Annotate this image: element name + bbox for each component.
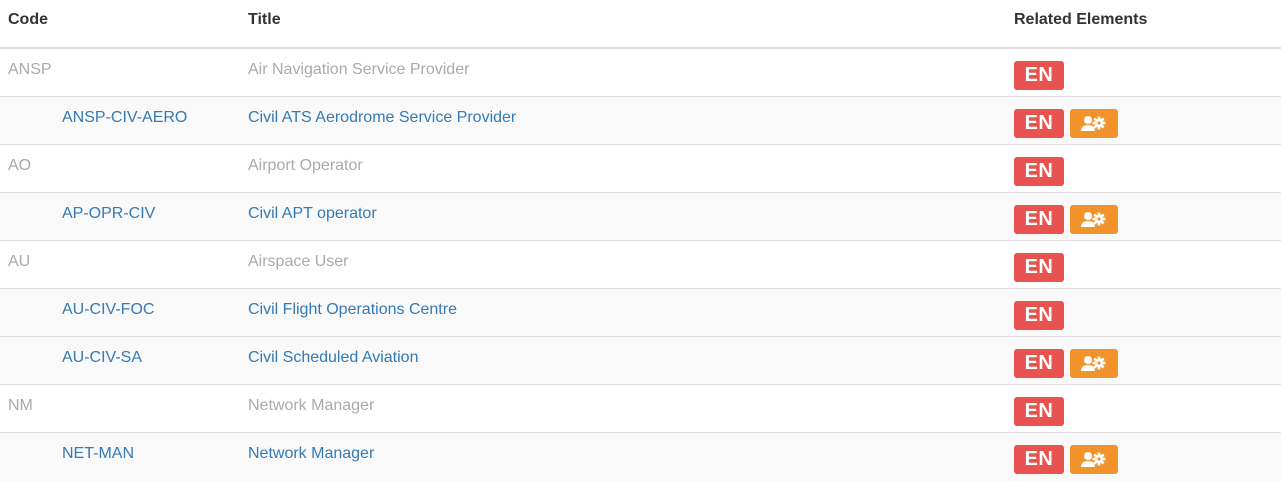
table-row: AU Airspace User EN <box>0 241 1281 289</box>
row-title-link[interactable]: Civil ATS Aerodrome Service Provider <box>248 109 516 127</box>
table-row: AP-OPR-CIV Civil APT operator EN <box>0 193 1281 241</box>
en-badge[interactable]: EN <box>1014 349 1064 378</box>
en-badge[interactable]: EN <box>1014 205 1064 234</box>
user-gear-badge[interactable] <box>1070 445 1118 474</box>
user-gear-icon <box>1081 355 1106 371</box>
row-code: NM <box>8 397 33 414</box>
header-related-elements: Related Elements <box>1014 11 1148 28</box>
related-elements: EN <box>1014 61 1064 90</box>
row-title: Network Manager <box>248 397 375 414</box>
related-elements: EN <box>1014 301 1064 330</box>
user-gear-badge[interactable] <box>1070 109 1118 138</box>
table-header: Code Title Related Elements <box>0 0 1281 49</box>
table-row: NET-MAN Network Manager EN <box>0 433 1281 481</box>
en-badge[interactable]: EN <box>1014 157 1064 186</box>
row-title: Air Navigation Service Provider <box>248 61 470 78</box>
user-gear-icon <box>1081 451 1106 467</box>
row-code: ANSP <box>8 61 52 78</box>
table-row: NM Network Manager EN <box>0 385 1281 433</box>
related-elements: EN <box>1014 157 1064 186</box>
user-gear-icon <box>1081 211 1106 227</box>
table-row: ANSP Air Navigation Service Provider EN <box>0 49 1281 97</box>
table-row: AU-CIV-FOC Civil Flight Operations Centr… <box>0 289 1281 337</box>
row-code-link[interactable]: NET-MAN <box>62 445 134 463</box>
en-badge[interactable]: EN <box>1014 445 1064 474</box>
en-badge[interactable]: EN <box>1014 253 1064 282</box>
en-badge[interactable]: EN <box>1014 61 1064 90</box>
table-row: ANSP-CIV-AERO Civil ATS Aerodrome Servic… <box>0 97 1281 145</box>
related-elements: EN <box>1014 349 1118 378</box>
header-code: Code <box>8 11 48 28</box>
en-badge[interactable]: EN <box>1014 397 1064 426</box>
table-row: AO Airport Operator EN <box>0 145 1281 193</box>
table-row: AU-CIV-SA Civil Scheduled Aviation EN <box>0 337 1281 385</box>
en-badge[interactable]: EN <box>1014 109 1064 138</box>
row-title-link[interactable]: Civil Flight Operations Centre <box>248 301 457 319</box>
header-title: Title <box>248 11 281 28</box>
related-elements: EN <box>1014 109 1118 138</box>
en-badge[interactable]: EN <box>1014 301 1064 330</box>
user-gear-badge[interactable] <box>1070 349 1118 378</box>
related-elements: EN <box>1014 253 1064 282</box>
row-code-link[interactable]: AU-CIV-SA <box>62 349 142 367</box>
row-code: AU <box>8 253 31 270</box>
related-elements: EN <box>1014 397 1064 426</box>
row-title: Airport Operator <box>248 157 363 174</box>
user-gear-icon <box>1081 115 1106 131</box>
row-title-link[interactable]: Civil Scheduled Aviation <box>248 349 418 367</box>
row-code-link[interactable]: AP-OPR-CIV <box>62 205 155 223</box>
row-code-link[interactable]: ANSP-CIV-AERO <box>62 109 187 127</box>
row-title-link[interactable]: Network Manager <box>248 445 374 463</box>
row-code: AO <box>8 157 32 174</box>
row-title-link[interactable]: Civil APT operator <box>248 205 377 223</box>
related-elements: EN <box>1014 205 1118 234</box>
row-code-link[interactable]: AU-CIV-FOC <box>62 301 154 319</box>
row-title: Airspace User <box>248 253 349 270</box>
related-elements: EN <box>1014 445 1118 474</box>
user-gear-badge[interactable] <box>1070 205 1118 234</box>
